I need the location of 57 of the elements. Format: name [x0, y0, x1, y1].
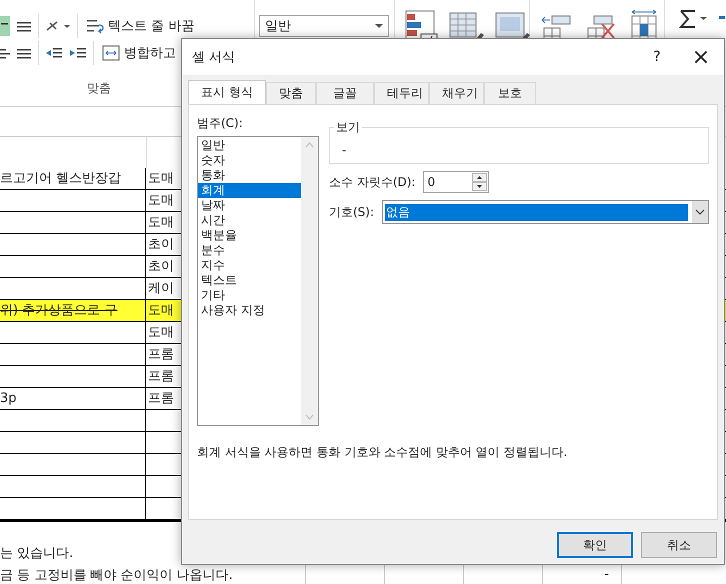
table-cell-text: 프롬 — [147, 390, 175, 408]
category-item[interactable]: 분수 — [198, 243, 301, 258]
table-cell-text: 도매 — [147, 324, 175, 342]
table-cell-text: 초이 — [147, 258, 175, 276]
category-item[interactable]: 지수 — [198, 258, 301, 273]
tab[interactable]: 채우기 — [428, 82, 484, 104]
tab[interactable]: 표시 형식 — [188, 80, 266, 104]
tab[interactable]: 테두리 — [374, 82, 429, 104]
category-item[interactable]: 사용자 지정 — [198, 303, 301, 318]
sample-value: - — [342, 142, 346, 156]
table-cell: 르고기어 헬스반장갑 — [0, 168, 146, 189]
category-item[interactable]: 숫자 — [198, 153, 301, 168]
tab[interactable]: 글꼴 — [316, 82, 374, 104]
category-item[interactable]: 통화 — [198, 168, 301, 183]
merge-button[interactable]: 병합하고 — [100, 44, 178, 62]
table-cell-text: 도매 — [147, 302, 175, 320]
description-text: 회계 서식을 사용하면 통화 기호와 소수점에 맞추어 열이 정렬됩니다. — [197, 444, 568, 461]
table-cell: 3p — [0, 388, 146, 409]
category-item[interactable]: 일반 — [198, 138, 301, 153]
table-cell-text: 케이 — [147, 280, 175, 298]
dropdown-caret-icon — [375, 23, 383, 29]
tab[interactable]: 맞춤 — [266, 82, 316, 104]
table-cell-text: 프롬 — [147, 346, 175, 364]
decimal-places-label: 소수 자릿수(D): — [329, 174, 416, 190]
decimal-places-spinner[interactable]: 0 — [423, 171, 490, 193]
spin-arrows-icon[interactable] — [472, 173, 488, 191]
merge-cells-icon — [102, 44, 120, 60]
category-item[interactable]: 백분율 — [198, 228, 301, 243]
ok-button[interactable]: 확인 — [557, 532, 633, 558]
group-label: 맞춤 — [87, 80, 111, 97]
cancel-button[interactable]: 취소 — [641, 532, 717, 558]
close-button[interactable]: × — [678, 42, 724, 72]
number-format-dropdown[interactable]: 일반 — [259, 15, 389, 37]
note-text: 는 있습니다. — [0, 545, 74, 562]
help-button[interactable]: ? — [636, 42, 678, 72]
dropdown-caret-icon[interactable] — [692, 201, 708, 223]
wrap-text-icon — [86, 18, 104, 34]
table-cell: 위) 추가상품으로 구 — [0, 300, 146, 321]
wrap-text-button[interactable]: 텍스트 줄 바꿈 — [84, 16, 196, 34]
symbol-label: 기호(S): — [329, 204, 374, 220]
note-text: 금 등 고정비를 빼야 순이익이 나옵니다. — [0, 567, 234, 584]
category-item[interactable]: 기타 — [198, 288, 301, 303]
category-item[interactable]: 날짜 — [198, 198, 301, 213]
category-item[interactable]: 회계 — [198, 183, 301, 198]
table-cell-text: 도매 — [147, 170, 175, 188]
tab[interactable]: 보호 — [484, 82, 536, 104]
table-cell-text: 도매 — [147, 214, 175, 232]
table-cell-text: 초이 — [147, 236, 175, 254]
category-item[interactable]: 시간 — [198, 213, 301, 228]
category-label: 범주(C): — [197, 115, 244, 132]
table-cell-text: 프롬 — [147, 368, 175, 386]
align-center-icon[interactable] — [0, 16, 10, 36]
dialog-title: 셀 서식 — [192, 49, 236, 66]
sample-label: 보기 — [334, 119, 362, 136]
category-item[interactable]: 텍스트 — [198, 273, 301, 288]
symbol-dropdown[interactable]: 없음 — [382, 200, 709, 224]
table-cell-text: 도매 — [147, 192, 175, 210]
